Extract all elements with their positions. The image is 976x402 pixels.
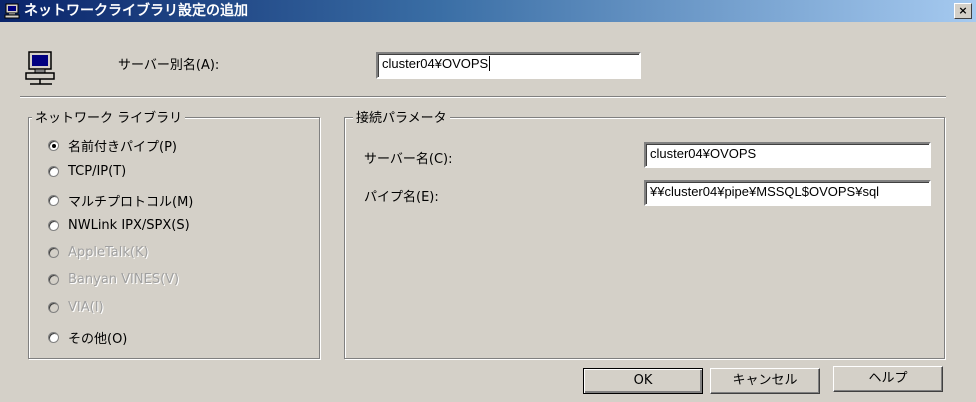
pipe-name-label: パイプ名(E):	[364, 190, 439, 205]
radio-button[interactable]	[48, 195, 59, 206]
network-library-option[interactable]: 名前付きパイプ(P)	[48, 136, 177, 155]
radio-button	[48, 302, 59, 313]
cancel-button[interactable]: キャンセル	[710, 368, 820, 394]
network-library-option: AppleTalk(K)	[48, 245, 149, 260]
radio-label: その他(O)	[68, 332, 128, 347]
radio-label: TCP/IP(T)	[68, 164, 127, 179]
pipe-name-input[interactable]: ¥¥cluster04¥pipe¥MSSQL$OVOPS¥sql	[644, 180, 931, 206]
separator	[20, 96, 946, 98]
ok-button[interactable]: OK	[583, 368, 703, 394]
radio-label: Banyan VINES(V)	[68, 272, 180, 287]
radio-button[interactable]	[48, 166, 59, 177]
radio-button	[48, 247, 59, 258]
radio-label: 名前付きパイプ(P)	[68, 140, 177, 155]
server-name-input[interactable]: cluster04¥OVOPS	[644, 142, 931, 168]
window-title: ネットワークライブラリ設定の追加	[24, 3, 248, 19]
network-library-option[interactable]: TCP/IP(T)	[48, 164, 126, 179]
title-bar: ネットワークライブラリ設定の追加 ×	[0, 0, 976, 22]
network-library-option: Banyan VINES(V)	[48, 272, 179, 287]
connection-parameters-title: 接続パラメータ	[353, 107, 450, 126]
radio-button[interactable]	[48, 220, 59, 231]
help-button[interactable]: ヘルプ	[833, 366, 943, 392]
network-library-title: ネットワーク ライブラリ	[32, 107, 186, 126]
radio-label: マルチプロトコル(M)	[68, 195, 194, 210]
server-name-label: サーバー名(C):	[364, 152, 453, 167]
alias-input[interactable]: cluster04¥OVOPS	[376, 52, 641, 79]
server-computer-icon	[25, 51, 55, 85]
alias-label: サーバー別名(A):	[118, 58, 220, 73]
radio-button-selected[interactable]	[48, 140, 59, 151]
close-button[interactable]: ×	[954, 3, 972, 19]
network-library-option[interactable]: その他(O)	[48, 328, 127, 347]
network-library-option[interactable]: マルチプロトコル(M)	[48, 191, 193, 210]
radio-label: AppleTalk(K)	[68, 245, 149, 260]
network-library-option[interactable]: NWLink IPX/SPX(S)	[48, 218, 190, 233]
radio-button	[48, 274, 59, 285]
radio-label: NWLink IPX/SPX(S)	[68, 218, 190, 233]
radio-label: VIA(I)	[68, 300, 104, 315]
network-library-option: VIA(I)	[48, 300, 104, 315]
radio-button[interactable]	[48, 332, 59, 343]
alias-input-value: cluster04¥OVOPS	[382, 56, 489, 71]
server-computer-icon	[4, 3, 20, 19]
